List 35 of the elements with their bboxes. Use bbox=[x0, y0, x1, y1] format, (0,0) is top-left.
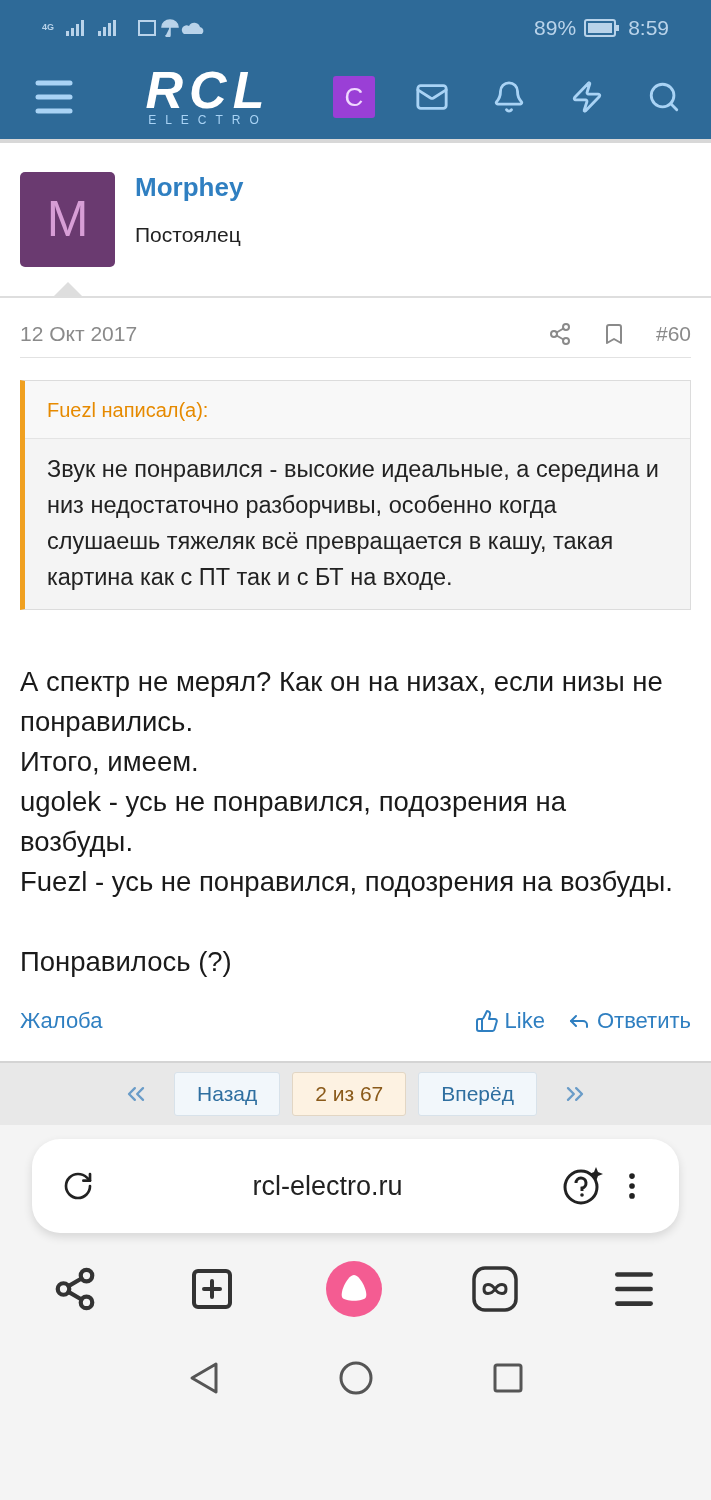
recent-apps-icon[interactable] bbox=[492, 1363, 523, 1393]
quote-author[interactable]: Fuezl написал(а): bbox=[25, 381, 690, 439]
network-label: 4G bbox=[42, 20, 54, 34]
post-text: ugolek - усь не понравился, подозрения на возбуды. bbox=[20, 785, 568, 859]
author-avatar[interactable]: M bbox=[20, 172, 115, 267]
assistant-icon[interactable] bbox=[561, 1165, 603, 1207]
site-logo[interactable]: RCL ELECTRO bbox=[108, 67, 308, 127]
infinity-icon[interactable] bbox=[471, 1265, 520, 1313]
page-button[interactable]: 2 из 67 bbox=[292, 1072, 407, 1116]
quote-text: Звук не понравился - высокие идеальные, а середина и низ недостаточно разборчивы, особенно когда слушаешь тяжеляк всё превращается в кашу, такая картина как с ПТ так и с БТ на входе. bbox=[46, 455, 660, 592]
battery-icon bbox=[584, 18, 621, 37]
reply-link[interactable]: Ответить bbox=[566, 1004, 691, 1037]
page-button[interactable]: Вперёд bbox=[418, 1072, 537, 1116]
post-text: Понравилось (?) bbox=[20, 945, 233, 979]
battery-percent: 89% bbox=[534, 14, 577, 41]
url-text[interactable]: rcl-electro.ru bbox=[94, 1165, 561, 1207]
report-link[interactable]: Жалоба bbox=[20, 1004, 475, 1037]
address-bar[interactable]: rcl-electro.ru bbox=[32, 1139, 679, 1233]
post-text: Итого, имеем. bbox=[20, 745, 200, 779]
alice-icon[interactable] bbox=[325, 1261, 382, 1317]
post-text: Fuezl - усь не понравился, подозрения на возбуды. bbox=[20, 865, 674, 899]
home-icon[interactable] bbox=[338, 1361, 373, 1395]
thumbs-up-icon bbox=[474, 1008, 499, 1033]
like-link[interactable]: Like bbox=[474, 1004, 545, 1037]
search-icon[interactable] bbox=[647, 80, 681, 114]
post-date: 12 Окт 2017 bbox=[20, 320, 139, 347]
page-button[interactable]: Назад bbox=[174, 1072, 281, 1116]
back-icon[interactable] bbox=[188, 1361, 219, 1395]
reload-icon[interactable] bbox=[62, 1170, 94, 1202]
user-avatar[interactable]: C bbox=[333, 76, 375, 118]
clock: 8:59 bbox=[628, 14, 669, 41]
author-name[interactable]: Morphey bbox=[135, 168, 244, 208]
post-number[interactable]: #60 bbox=[655, 317, 691, 350]
post-text: А спектр не мерял? Как он на низах, если низы не понравились. bbox=[20, 665, 664, 739]
author-role: Постоялец bbox=[135, 222, 242, 249]
